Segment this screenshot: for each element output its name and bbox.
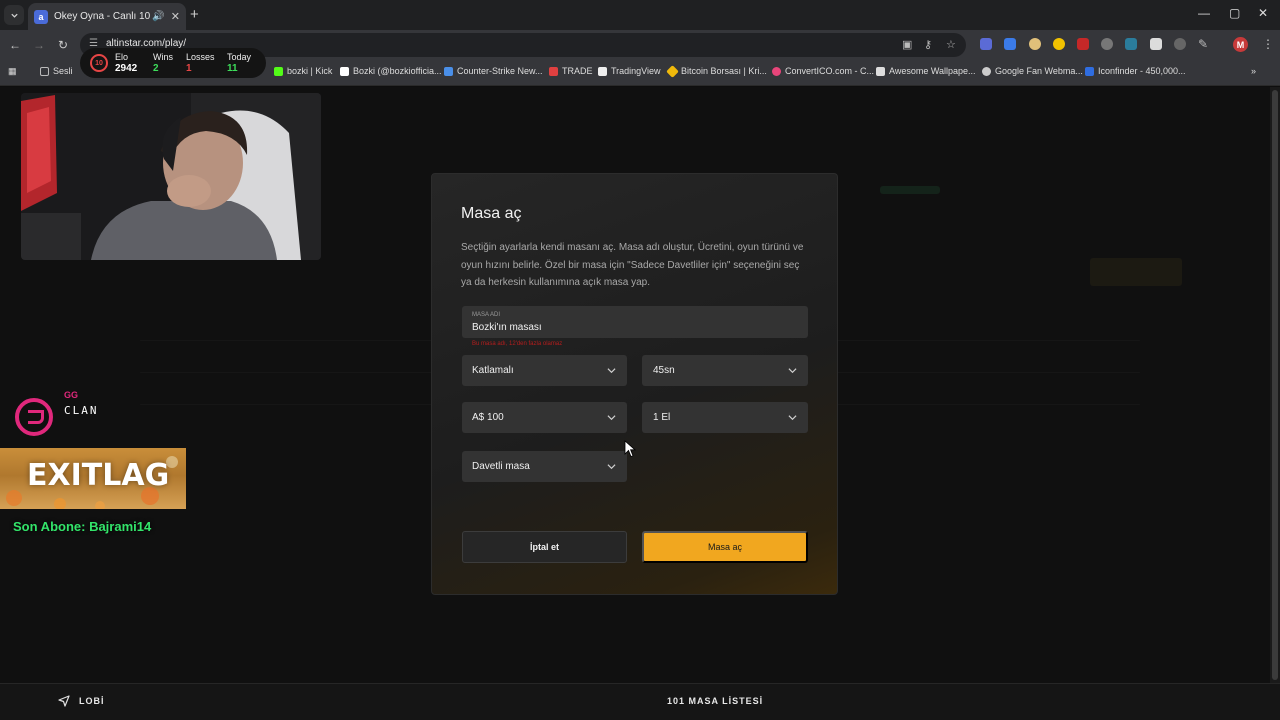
turn-timer-value: 45sn: [653, 365, 675, 376]
rounds-value: 1 El: [653, 412, 671, 423]
forward-icon[interactable]: →: [33, 38, 45, 52]
extension-icon-9[interactable]: [1174, 38, 1186, 50]
bookmark-3[interactable]: Counter-Strike New...: [444, 66, 543, 76]
table-list-nav-item[interactable]: 101 MASA LİSTESİ: [667, 696, 763, 706]
password-key-icon[interactable]: ⚷: [924, 38, 932, 51]
folder-icon: [40, 66, 49, 76]
extension-icon-1[interactable]: [980, 38, 992, 50]
bookmark-6[interactable]: Bitcoin Borsası | Kri...: [666, 64, 767, 78]
losses-value: 1: [186, 63, 192, 74]
background-shape: [880, 186, 940, 194]
converticocom-icon: [772, 66, 781, 76]
losses-label: Losses: [186, 52, 215, 62]
bookmark-2[interactable]: Bozki (@bozkiofficia...: [340, 66, 442, 76]
gg-clan-logo-inner: [28, 410, 44, 424]
chevron-down-icon: [788, 415, 797, 421]
webcam-feed: [21, 93, 321, 260]
extension-icon-8[interactable]: [1150, 38, 1162, 50]
site-favicon: a: [34, 9, 48, 24]
wins-value: 2: [153, 63, 159, 74]
extensions-puzzle-icon[interactable]: ✎: [1198, 37, 1208, 51]
lobby-nav-item[interactable]: LOBİ: [79, 696, 105, 706]
bookmark-9[interactable]: Google Fan Webma...: [982, 66, 1083, 76]
tiktok-icon: [340, 66, 349, 76]
table-name-value[interactable]: Bozki'ın masası: [472, 322, 542, 333]
chevron-down-icon: [607, 368, 616, 374]
extension-icon-5[interactable]: [1077, 38, 1089, 50]
close-window-icon[interactable]: ✕: [1258, 6, 1268, 20]
modal-title: Masa aç: [461, 205, 522, 222]
tradingview-icon: [598, 66, 607, 76]
modal-description: Seçtiğin ayarlarla kendi masanı aç. Masa…: [461, 242, 804, 288]
extension-icon-4[interactable]: [1053, 38, 1065, 50]
browser-menu-icon[interactable]: ⋮: [1262, 37, 1274, 51]
new-tab-icon[interactable]: +: [190, 6, 199, 23]
bookmark-0[interactable]: Sesli: [40, 66, 73, 76]
profile-avatar[interactable]: M: [1233, 37, 1248, 52]
elo-label: Elo: [115, 52, 129, 62]
bookmark-4[interactable]: TRADE: [549, 66, 593, 76]
bottom-navigation: [0, 683, 1280, 720]
maximize-icon[interactable]: ▢: [1229, 6, 1240, 20]
stake-value: A$ 100: [472, 412, 504, 423]
last-subscriber: Son Abone: Bajrami14: [13, 519, 152, 534]
bookmark-5[interactable]: TradingView: [598, 66, 661, 76]
iconfinder-icon: [1085, 66, 1094, 76]
audio-playing-icon[interactable]: 🔊: [152, 11, 164, 22]
bookmark-8[interactable]: Awesome Wallpape...: [876, 66, 976, 76]
chevron-down-icon: [607, 415, 616, 421]
clan-name: CLAN: [64, 404, 99, 417]
tab-search-button[interactable]: [4, 5, 24, 25]
trade-icon: [549, 66, 558, 76]
game-type-value: Katlamalı: [472, 365, 514, 376]
cancel-button[interactable]: İptal et: [462, 531, 627, 563]
tab-title: Okey Oyna - Canlı 101 Oke: [54, 11, 151, 22]
chevron-down-icon: [607, 464, 616, 470]
minimize-icon[interactable]: —: [1198, 6, 1210, 20]
more-bookmarks-icon[interactable]: »: [1251, 66, 1256, 76]
exitlag-logo-text: EXITLAG: [27, 458, 170, 493]
wallpaper-icon: [876, 66, 885, 76]
counter-strike-icon: [444, 66, 453, 76]
bookmark-10[interactable]: Iconfinder - 450,000...: [1085, 66, 1186, 76]
chevron-down-icon: [788, 368, 797, 374]
today-value: 11: [227, 63, 238, 74]
extension-icon-7[interactable]: [1125, 38, 1137, 50]
bookmark-1[interactable]: bozki | Kick: [274, 66, 332, 76]
reload-icon[interactable]: ↻: [58, 38, 68, 52]
privacy-value: Davetli masa: [472, 461, 530, 472]
clan-tag: GG: [64, 390, 79, 400]
apps-grid-icon[interactable]: ▦: [8, 66, 17, 77]
screen: a Okey Oyna - Canlı 101 Oke 🔊 ✕ + — ▢ ✕ …: [0, 0, 1280, 720]
faceit-level-badge: 10: [90, 54, 108, 72]
mouse-cursor-icon: [624, 440, 636, 458]
today-label: Today: [227, 52, 252, 62]
elo-value: 2942: [115, 63, 138, 74]
table-name-label: MASA ADI: [472, 312, 501, 318]
bookmark-7[interactable]: ConvertICO.com - C...: [772, 66, 874, 76]
active-tab[interactable]: a Okey Oyna - Canlı 101 Oke 🔊 ✕: [28, 3, 186, 30]
navigation-arrow-icon[interactable]: [58, 695, 70, 707]
background-shape: [1090, 258, 1182, 286]
extension-icon-6[interactable]: [1101, 38, 1113, 50]
extension-icon-3[interactable]: [1029, 38, 1041, 50]
close-tab-icon[interactable]: ✕: [171, 10, 180, 23]
kick-icon: [274, 66, 283, 76]
table-name-error: Bu masa adı, 12'den fazla olamaz: [472, 341, 563, 347]
chevron-down-icon: [10, 13, 18, 18]
create-table-button[interactable]: Masa aç: [642, 531, 808, 563]
streamer-camera-image: [21, 93, 321, 260]
wins-label: Wins: [153, 52, 173, 62]
google-fan-icon: [982, 66, 991, 76]
page-scrollbar-thumb[interactable]: [1272, 90, 1278, 680]
extension-icon-2[interactable]: [1004, 38, 1016, 50]
binance-icon: [666, 64, 679, 78]
translate-icon[interactable]: ▣: [902, 38, 912, 51]
back-icon[interactable]: ←: [9, 38, 21, 52]
bookmark-star-icon[interactable]: ☆: [946, 38, 956, 51]
